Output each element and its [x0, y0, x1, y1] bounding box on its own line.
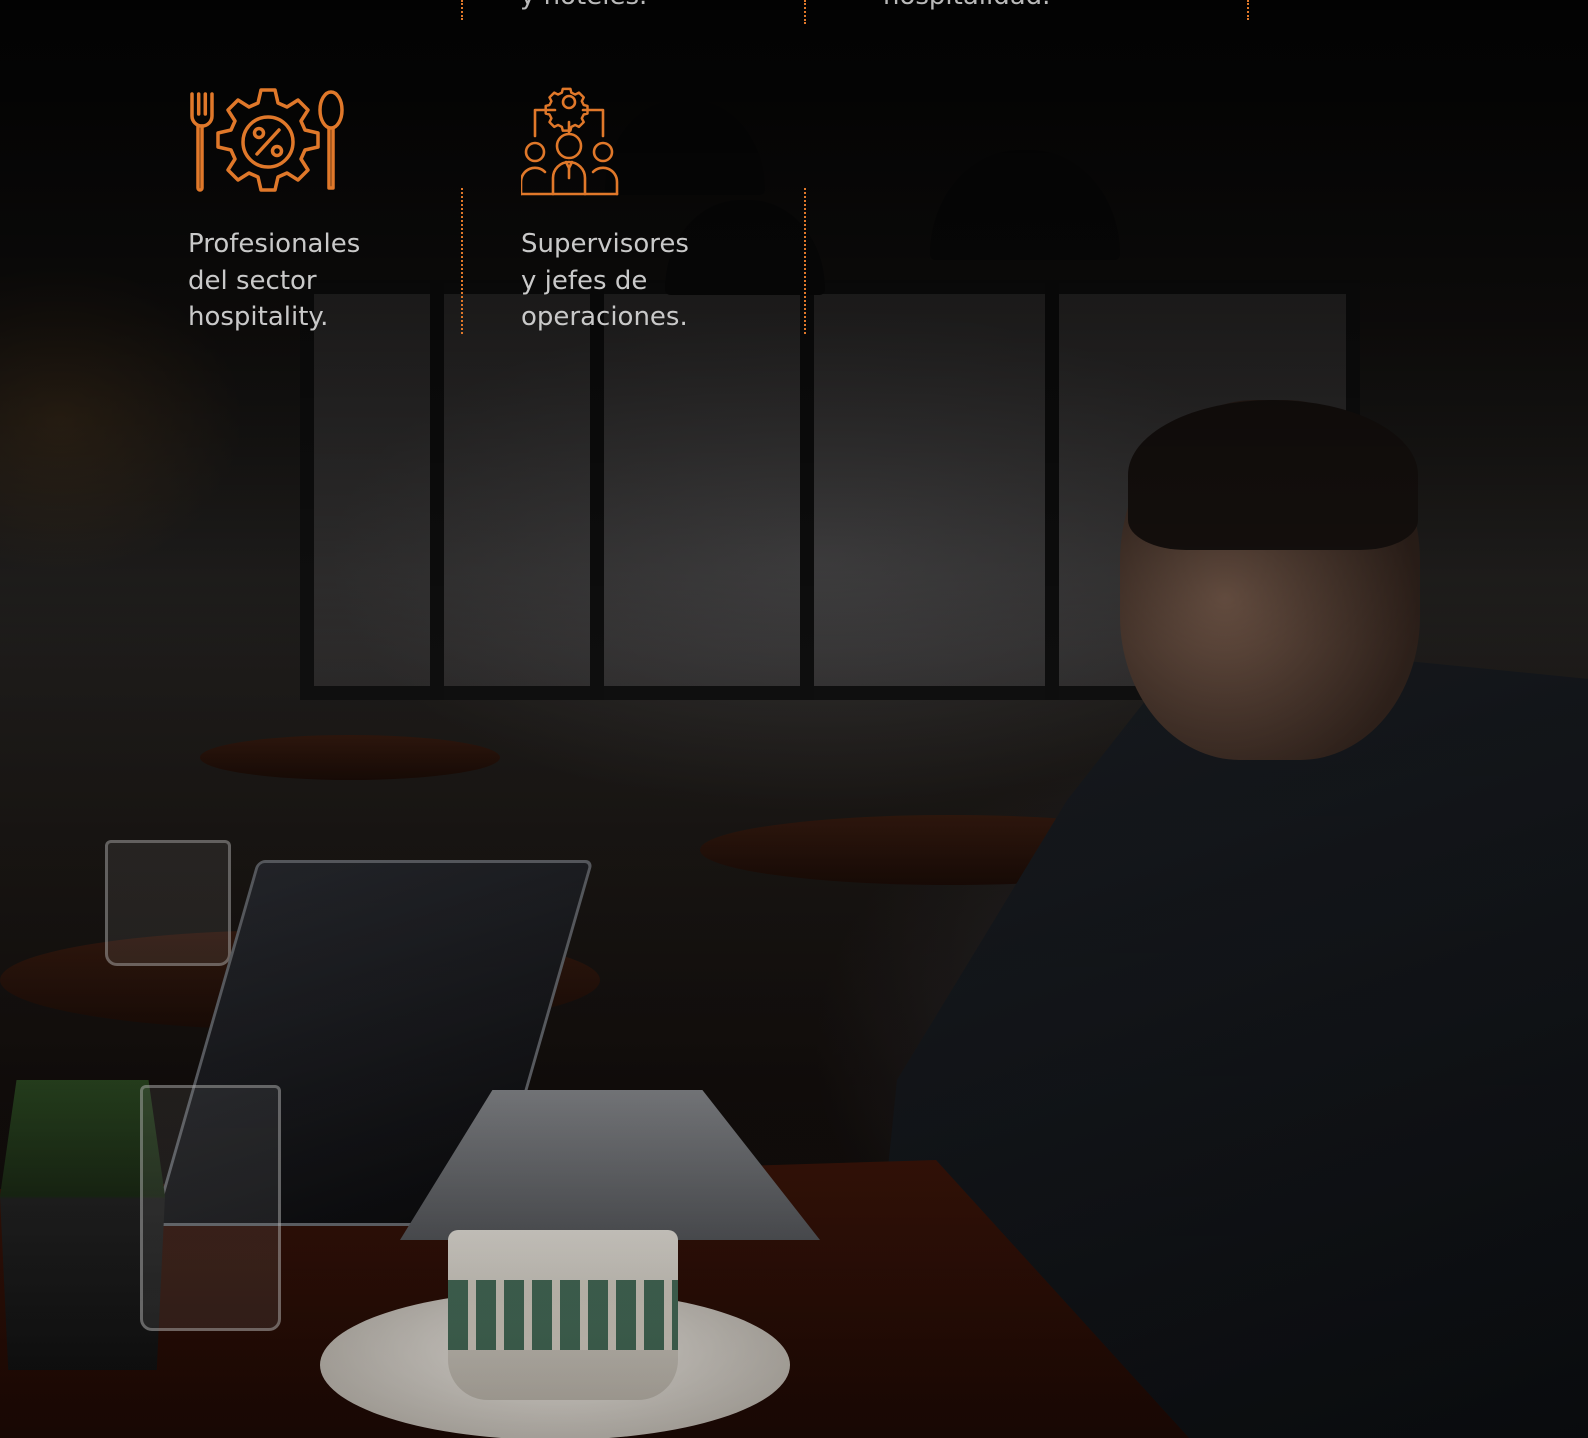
dotted-divider	[1247, 0, 1249, 20]
audience-label: Supervisores y jefes de operaciones.	[521, 229, 689, 332]
restaurant-cost-gear-icon	[190, 88, 344, 192]
hero-background: y hoteles. hospitalidad.	[0, 0, 1588, 1438]
audience-card-supervisors: Supervisores y jefes de operaciones.	[521, 86, 721, 336]
previous-row-text: y hoteles.	[520, 0, 647, 14]
dotted-divider	[804, 188, 806, 334]
audience-section: y hoteles. hospitalidad.	[0, 0, 1588, 360]
dotted-divider	[804, 0, 806, 24]
audience-card-hospitality-professionals: Profesionales del sector hospitality.	[188, 86, 388, 336]
audience-label: Profesionales del sector hospitality.	[188, 229, 361, 332]
dotted-divider	[461, 188, 463, 334]
previous-row-text: hospitalidad.	[883, 0, 1050, 14]
team-management-icon	[521, 87, 619, 196]
dotted-divider	[461, 0, 463, 20]
